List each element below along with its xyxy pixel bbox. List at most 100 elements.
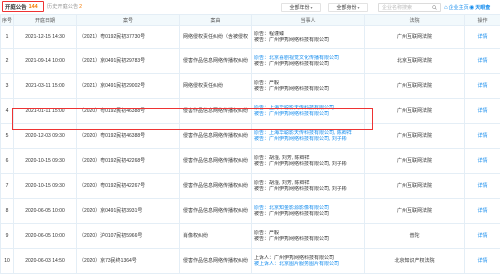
court-name: 广州互联网法院 bbox=[364, 198, 465, 224]
table-row: 5 2020-12-03 09:30 （2020）粤0192民初46388号 侵害作品… bbox=[0, 123, 500, 149]
table-row: 3 2021-03-11 15:00 （2021）京0491民初29002号 网络侵权… bbox=[0, 73, 500, 99]
court-name: 广州互联网法院 bbox=[364, 25, 465, 49]
case-number: （2021）京0491民初29783号 bbox=[76, 48, 180, 74]
row-number: 9 bbox=[0, 223, 14, 249]
case-number: （2020）粤0192民初42267号 bbox=[76, 173, 180, 199]
party-defendant: 被告：广州伊秀网络科技有限公司 bbox=[254, 37, 330, 43]
details-link[interactable]: 详情 bbox=[477, 108, 487, 114]
details-link[interactable]: 详情 bbox=[477, 233, 487, 239]
details-link[interactable]: 详情 bbox=[477, 133, 487, 139]
court-name: 广州互联网法院 bbox=[364, 173, 465, 199]
year-filter-dropdown[interactable]: 全部年份 ▾ bbox=[281, 3, 321, 12]
company-homepage-label: 企业主页 bbox=[448, 5, 469, 11]
home-icon: ⌂ bbox=[444, 4, 448, 11]
details-link[interactable]: 详情 bbox=[477, 183, 487, 189]
details-link[interactable]: 详情 bbox=[477, 258, 487, 264]
party-defendant: 被告：广州伊秀网络科技有限公司 bbox=[254, 211, 330, 217]
case-cause: 侵害作品信息网络传播权纠纷 bbox=[179, 123, 252, 149]
search-icon bbox=[432, 5, 437, 10]
action-cell: 详情 bbox=[464, 148, 500, 174]
case-number: （2020）粤0192民初42268号 bbox=[76, 148, 180, 174]
column-header-case-number: 案号 bbox=[76, 14, 180, 26]
table-row: 1 2021-12-15 14:30 （2021）粤0192民初37730号 网络侵权… bbox=[0, 25, 500, 49]
company-homepage-link[interactable]: ⌂ 企业主页 bbox=[444, 3, 469, 12]
case-cause: 网络侵权责任纠纷（含被侵权 bbox=[179, 25, 252, 49]
parties-cell: 原告：严毅 被告：广州伊秀网络科技有限公司 bbox=[251, 73, 365, 99]
action-cell: 详情 bbox=[464, 73, 500, 99]
row-number: 1 bbox=[0, 25, 14, 49]
case-number: （2021）京0491民初29002号 bbox=[76, 73, 180, 99]
details-link[interactable]: 详情 bbox=[477, 58, 487, 64]
court-name: 广州互联网法院 bbox=[364, 98, 465, 124]
action-cell: 详情 bbox=[464, 123, 500, 149]
hearing-date: 2020-10-15 09:30 bbox=[13, 148, 77, 174]
details-link[interactable]: 详情 bbox=[477, 34, 487, 40]
case-cause: 侵害作品信息网络传播权纠纷 bbox=[179, 173, 252, 199]
action-cell: 详情 bbox=[464, 198, 500, 224]
details-link[interactable]: 详情 bbox=[477, 208, 487, 214]
case-number: （2020）京0491民初3931号 bbox=[76, 198, 180, 224]
role-filter-dropdown[interactable]: 全部身份 ▾ bbox=[328, 3, 368, 12]
case-number: （2020）粤0192民初46388号 bbox=[76, 123, 180, 149]
parties-cell: 原告：北京喜剧视觉文化传播有限公司 被告：广州伊秀网络科技有限公司 bbox=[251, 48, 365, 74]
table-row: 8 2020-06-05 10:00 （2020）京0491民初3931号 侵害作品信… bbox=[0, 198, 500, 224]
table-row: 4 2021-01-11 15:00 （2020）粤0192民初46388号 侵害作品… bbox=[0, 98, 500, 124]
party-defendant[interactable]: 被告：广州伊秀网络科技有限公司, 刘子彬 bbox=[254, 136, 362, 143]
court-name: 北京互联网法院 bbox=[364, 48, 465, 74]
parties-cell: 原告：程谨臻 被告：广州伊秀网络科技有限公司 bbox=[251, 25, 365, 49]
party-defendant[interactable]: 被告：广州伊秀网络科技有限公司 bbox=[254, 111, 362, 118]
hearing-date: 2020-06-05 10:00 bbox=[13, 223, 77, 249]
parties-cell: 原告：上海华聪影天传科技有限公司, 陈卿祥 被告：广州伊秀网络科技有限公司, 刘子… bbox=[251, 123, 365, 149]
column-header-date: 开庭日期 bbox=[13, 14, 77, 26]
parties-cell: 上诉人：广州伊秀网络科技有限公司 被上诉人：北京图片服务图片有限公司 bbox=[251, 248, 365, 274]
court-announcement-table: 序号 开庭日期 案号 案由 当事人 法院 操作 1 2021-12-15 14:3… bbox=[0, 14, 500, 274]
hearing-date: 2020-06-03 14:50 bbox=[13, 248, 77, 274]
table-row: 10 2020-06-03 14:50 （2020）京73民终1364号 侵害作品信息… bbox=[0, 248, 500, 274]
row-number: 8 bbox=[0, 198, 14, 224]
court-name: 广州互联网法院 bbox=[364, 148, 465, 174]
tab-court-announcements[interactable]: 开庭公告 144 bbox=[2, 1, 44, 12]
party-defendant: 被告：广州伊秀网络科技有限公司 bbox=[254, 236, 330, 242]
party-defendant[interactable]: 被上诉人：北京图片服务图片有限公司 bbox=[254, 261, 362, 268]
tab-label: 开庭公告 bbox=[5, 4, 27, 11]
table-row: 2 2021-09-14 10:00 （2021）京0491民初29783号 侵害作品… bbox=[0, 48, 500, 74]
party-defendant: 被告：广州伊秀网络科技有限公司 bbox=[254, 86, 330, 92]
details-link[interactable]: 详情 bbox=[477, 83, 487, 89]
case-number: （2020）京73民终1364号 bbox=[76, 248, 180, 274]
company-search-input[interactable]: 企业名称搜索 bbox=[378, 3, 441, 12]
court-name: 广州互联网法院 bbox=[364, 123, 465, 149]
logo-label: 天眼查 bbox=[475, 5, 491, 11]
action-cell: 详情 bbox=[464, 248, 500, 274]
hearing-date: 2020-12-03 09:30 bbox=[13, 123, 77, 149]
tab-history-announcements[interactable]: 历史开庭公告2 bbox=[47, 3, 82, 10]
table-header-row: 序号 开庭日期 案号 案由 当事人 法院 操作 bbox=[0, 14, 500, 26]
row-number: 10 bbox=[0, 248, 14, 274]
parties-cell: 原告：胡淦, 刘芳, 陈卿祥 被告：广州伊秀网络科技有限公司, 刘子彬 bbox=[251, 173, 365, 199]
column-header-court: 法院 bbox=[364, 14, 465, 26]
hearing-date: 2021-09-14 10:00 bbox=[13, 48, 77, 74]
year-filter-label: 全部年份 bbox=[289, 5, 310, 11]
tianyancha-logo: ◉ 天眼查 bbox=[469, 3, 500, 12]
row-number: 7 bbox=[0, 173, 14, 199]
parties-cell: 原告：严毅 被告：广州伊秀网络科技有限公司 bbox=[251, 223, 365, 249]
column-header-cause: 案由 bbox=[179, 14, 252, 26]
row-number: 6 bbox=[0, 148, 14, 174]
table-row: 6 2020-10-15 09:30 （2020）粤0192民初42268号 侵害作品… bbox=[0, 148, 500, 174]
case-cause: 侵害作品信息网络传播权纠纷 bbox=[179, 248, 252, 274]
row-number: 3 bbox=[0, 73, 14, 99]
parties-cell: 原告：上海华聪影天传科技有限公司 被告：广州伊秀网络科技有限公司 bbox=[251, 98, 365, 124]
hearing-date: 2020-10-15 09:30 bbox=[13, 173, 77, 199]
action-cell: 详情 bbox=[464, 98, 500, 124]
hearing-date: 2020-06-05 10:00 bbox=[13, 198, 77, 224]
party-defendant: 被告：广州伊秀网络科技有限公司, 刘子彬 bbox=[254, 186, 347, 192]
table-row: 7 2020-10-15 09:30 （2020）粤0192民初42267号 侵害作品… bbox=[0, 173, 500, 199]
action-cell: 详情 bbox=[464, 173, 500, 199]
search-placeholder: 企业名称搜索 bbox=[382, 5, 413, 11]
column-header-parties: 当事人 bbox=[251, 14, 365, 26]
column-header-action: 操作 bbox=[464, 14, 500, 26]
hearing-date: 2021-12-15 14:30 bbox=[13, 25, 77, 49]
chevron-down-icon: ▾ bbox=[357, 5, 360, 10]
column-header-no: 序号 bbox=[0, 14, 14, 26]
court-name: 北京知识产权法院 bbox=[364, 248, 465, 274]
details-link[interactable]: 详情 bbox=[477, 158, 487, 164]
